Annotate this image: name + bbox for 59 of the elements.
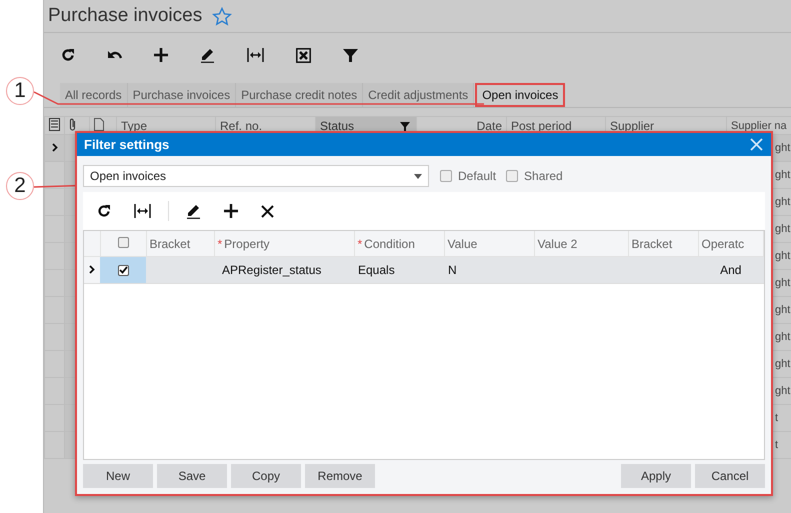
column-header[interactable]: Value: [444, 231, 534, 256]
checkbox[interactable]: [440, 170, 452, 182]
column-header[interactable]: Value 2: [534, 231, 628, 256]
plus-icon[interactable]: [154, 48, 168, 62]
current-row-icon: [89, 265, 95, 274]
checkbox[interactable]: [118, 236, 128, 248]
checkbox[interactable]: [506, 170, 518, 182]
required-marker: *: [218, 236, 222, 250]
dialog-button[interactable]: Apply: [621, 464, 691, 488]
caret-icon: [414, 174, 422, 178]
current-row-icon: [52, 143, 58, 152]
column-header[interactable]: Bracket: [146, 231, 214, 256]
tab[interactable]: Purchase credit notes: [236, 83, 364, 107]
pencil-icon[interactable]: [186, 204, 201, 218]
checkbox-label: Shared: [524, 169, 563, 183]
tab[interactable]: Credit adjustments: [363, 83, 474, 107]
checkbox-label: Default: [458, 169, 496, 183]
column-header[interactable]: Bracket: [628, 231, 698, 256]
plus-icon[interactable]: [224, 204, 238, 218]
table-cell: N: [444, 256, 534, 284]
pencil-icon[interactable]: [200, 48, 215, 62]
table-cell: And: [698, 256, 764, 284]
row-settings-icon[interactable]: [49, 118, 60, 130]
tab[interactable]: Purchase invoices: [128, 83, 236, 107]
column-label: Property: [224, 236, 270, 250]
paperclip-icon: [69, 118, 76, 130]
column-header[interactable]: * Condition: [354, 231, 444, 256]
dialog-button[interactable]: Copy: [231, 464, 301, 488]
dialog-button[interactable]: Save: [157, 464, 227, 488]
fit-width-icon[interactable]: [134, 204, 151, 218]
table-cell: APRegister_status: [214, 256, 354, 284]
tab[interactable]: All records: [60, 83, 128, 107]
column-header[interactable]: Operatc: [698, 231, 764, 256]
column-label: Condition: [364, 236, 415, 250]
dialog-title: Filter settings: [84, 137, 170, 152]
tab[interactable]: Open invoices: [475, 83, 566, 107]
table-cell: Equals: [354, 256, 444, 284]
column-label: Bracket: [150, 236, 190, 250]
dialog-button[interactable]: New: [83, 464, 153, 488]
page-title: Purchase invoices: [48, 5, 202, 27]
filter-icon[interactable]: [343, 48, 358, 62]
column-header[interactable]: * Property: [214, 231, 354, 256]
column-label: Value 2: [538, 236, 578, 250]
undo-icon[interactable]: [107, 50, 122, 60]
spreadsheet-icon[interactable]: [296, 48, 311, 62]
document-icon: [94, 118, 104, 130]
filter-dropdown[interactable]: Open invoices: [83, 165, 429, 187]
dialog-button[interactable]: Cancel: [695, 464, 765, 488]
checkbox[interactable]: [118, 264, 128, 276]
delete-icon[interactable]: [261, 204, 274, 218]
star-icon[interactable]: [212, 6, 232, 26]
refresh-icon[interactable]: [61, 48, 75, 62]
refresh-icon[interactable]: [97, 204, 111, 218]
required-marker: *: [358, 236, 362, 250]
column-label: Bracket: [632, 236, 672, 250]
fit-width-icon[interactable]: [247, 48, 264, 62]
column-label: Value: [448, 236, 478, 250]
close-icon[interactable]: [750, 138, 763, 151]
dialog-button[interactable]: Remove: [305, 464, 375, 488]
